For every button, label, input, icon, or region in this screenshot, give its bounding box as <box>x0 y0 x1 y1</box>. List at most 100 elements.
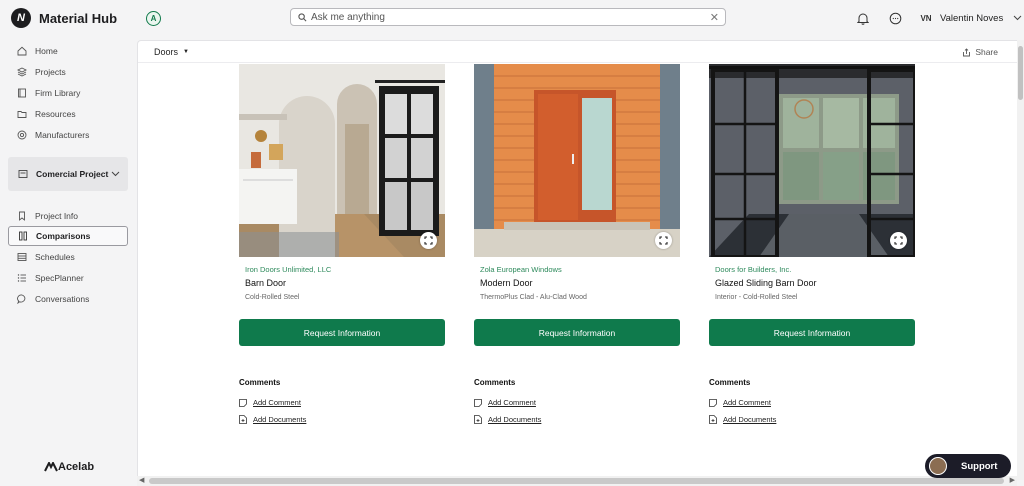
sidebar-item-home[interactable]: Home <box>8 41 128 61</box>
brand[interactable]: N Material Hub <box>11 8 117 28</box>
main-header: Doors ▼ Share <box>138 41 1017 63</box>
product-description: Cold-Rolled Steel <box>245 294 300 301</box>
product-description: ThermoPlus Clad - Alu-Clad Wood <box>480 294 587 301</box>
sidebar: Home Projects Firm Library Resources Man… <box>0 36 137 486</box>
product-image-modern-door[interactable] <box>474 64 680 257</box>
support-agent-avatar <box>929 457 947 475</box>
support-label: Support <box>961 460 998 472</box>
notification-bell-icon[interactable] <box>856 10 870 26</box>
chevron-down-icon <box>111 169 120 179</box>
book-icon <box>16 88 27 99</box>
product-card: Zola European Windows Modern Door Thermo… <box>474 64 680 424</box>
manufacturer-link[interactable]: Iron Doors Unlimited, LLC <box>245 265 331 274</box>
product-name: Glazed Sliding Barn Door <box>715 278 817 288</box>
sidebar-item-comparisons[interactable]: Comparisons <box>8 226 128 246</box>
add-documents-link[interactable]: Add Documents <box>474 415 541 424</box>
sidebar-item-firm-library[interactable]: Firm Library <box>8 83 128 103</box>
chat-icon <box>16 294 27 305</box>
modern-door-photo <box>474 64 680 257</box>
product-name: Modern Door <box>480 278 533 288</box>
sidebar-item-conversations[interactable]: Conversations <box>8 289 128 309</box>
request-information-button[interactable]: Request Information <box>474 319 680 346</box>
columns-icon <box>17 231 28 242</box>
add-comment-link[interactable]: Add Comment <box>709 398 771 407</box>
request-information-button[interactable]: Request Information <box>709 319 915 346</box>
add-documents-link[interactable]: Add Documents <box>709 415 776 424</box>
home-icon <box>16 46 27 57</box>
scroll-right-arrow-icon[interactable]: ▶ <box>1010 476 1015 484</box>
product-card: Iron Doors Unlimited, LLC Barn Door Cold… <box>239 64 445 424</box>
sidebar-item-schedules[interactable]: Schedules <box>8 247 128 267</box>
layers-icon <box>16 67 27 78</box>
sidebar-item-project-info[interactable]: Project Info <box>8 206 128 226</box>
comments-heading: Comments <box>239 378 281 387</box>
note-icon <box>474 398 482 407</box>
scroll-left-arrow-icon[interactable]: ◀ <box>139 476 144 484</box>
share-label: Share <box>975 47 998 57</box>
vertical-scrollbar[interactable] <box>1017 40 1024 480</box>
expand-icon[interactable] <box>890 232 907 249</box>
sidebar-item-label: Firm Library <box>35 88 81 98</box>
document-add-icon <box>474 415 482 424</box>
chevron-down-icon[interactable] <box>1013 12 1022 24</box>
acelab-mark-icon <box>44 462 58 472</box>
sidebar-item-specplanner[interactable]: SpecPlanner <box>8 268 128 288</box>
sidebar-item-resources[interactable]: Resources <box>8 104 128 124</box>
caret-down-icon: ▼ <box>183 49 189 55</box>
add-comment-label: Add Comment <box>253 398 301 407</box>
messages-icon[interactable] <box>888 10 902 26</box>
share-button[interactable]: Share <box>962 47 998 57</box>
glazed-sliding-barn-door-photo <box>709 64 915 257</box>
breadcrumb[interactable]: Doors ▼ <box>154 47 189 57</box>
sidebar-item-label: Conversations <box>35 294 90 304</box>
target-icon <box>16 130 27 141</box>
sidebar-item-label: Home <box>35 46 58 56</box>
main-content: Doors ▼ Share Iron Doors Unlimited, LLC … <box>137 40 1017 480</box>
avatar: VN <box>920 13 932 23</box>
scrollbar-thumb[interactable] <box>149 478 1004 484</box>
product-name: Barn Door <box>245 278 287 288</box>
expand-icon[interactable] <box>420 232 437 249</box>
ai-assistant-icon[interactable]: A <box>146 11 161 26</box>
request-information-button[interactable]: Request Information <box>239 319 445 346</box>
sidebar-item-label: SpecPlanner <box>35 273 84 283</box>
add-comment-label: Add Comment <box>723 398 771 407</box>
share-icon <box>963 47 971 56</box>
sidebar-item-manufacturers[interactable]: Manufacturers <box>8 125 128 145</box>
support-button[interactable]: Support <box>925 454 1011 478</box>
search-input[interactable] <box>311 11 710 23</box>
user-name: Valentin Noves <box>940 12 1004 24</box>
sidebar-item-label: Schedules <box>35 252 75 262</box>
project-name: Comercial Project <box>36 169 109 179</box>
acelab-brand-text: Acelab <box>58 461 95 473</box>
bookmark-icon <box>16 211 27 222</box>
app-name: Material Hub <box>39 10 118 26</box>
scrollbar-thumb[interactable] <box>1018 46 1023 100</box>
product-card: Doors for Builders, Inc. Glazed Sliding … <box>709 64 915 424</box>
list-icon <box>16 252 27 263</box>
add-documents-label: Add Documents <box>488 415 542 424</box>
product-image-barn-door[interactable] <box>239 64 445 257</box>
document-add-icon <box>239 415 247 424</box>
add-comment-link[interactable]: Add Comment <box>474 398 536 407</box>
acelab-logo: Acelab <box>44 461 94 473</box>
sidebar-item-label: Projects <box>35 67 66 77</box>
horizontal-scrollbar[interactable]: ◀ ▶ <box>137 476 1017 486</box>
bullet-list-icon <box>16 273 27 284</box>
sidebar-item-label: Manufacturers <box>35 130 90 140</box>
material-hub-logo-icon: N <box>11 8 31 28</box>
product-description: Interior - Cold-Rolled Steel <box>715 294 798 301</box>
manufacturer-link[interactable]: Doors for Builders, Inc. <box>715 265 791 274</box>
project-selector[interactable]: Comercial Project <box>8 157 128 191</box>
add-comment-link[interactable]: Add Comment <box>239 398 301 407</box>
sidebar-item-projects[interactable]: Projects <box>8 62 128 82</box>
add-documents-link[interactable]: Add Documents <box>239 415 306 424</box>
clear-search-icon[interactable]: ✕ <box>710 11 719 24</box>
user-menu[interactable]: VN Valentin Noves <box>918 10 1022 26</box>
expand-icon[interactable] <box>655 232 672 249</box>
manufacturer-link[interactable]: Zola European Windows <box>480 265 562 274</box>
comments-heading: Comments <box>474 378 516 387</box>
add-comment-label: Add Comment <box>488 398 536 407</box>
product-image-glazed-sliding-barn-door[interactable] <box>709 64 915 257</box>
search-bar[interactable]: ✕ <box>290 8 726 26</box>
